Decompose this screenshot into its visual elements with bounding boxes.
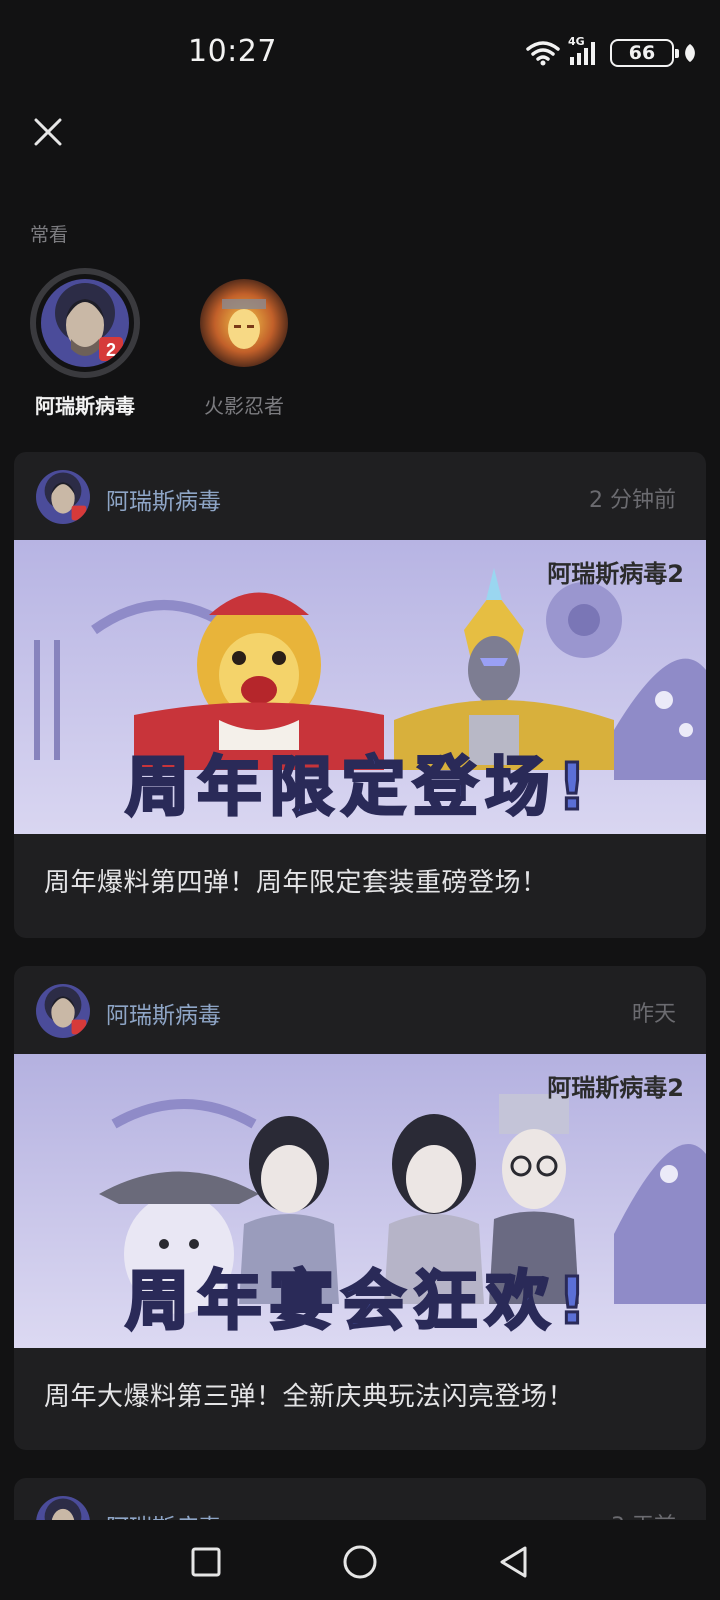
feed-card[interactable]: 阿瑞斯病毒 2 分钟前 阿瑞斯病毒2 周年限定登场! 周年爆料第四弹！周年限定套…: [14, 452, 706, 938]
home-button[interactable]: [336, 1538, 384, 1586]
banner-headline: 周年宴会狂欢!: [124, 1264, 595, 1341]
card-timestamp: 2 分钟前: [589, 488, 676, 513]
square-icon: [191, 1547, 221, 1577]
avatar: 2: [41, 279, 129, 367]
wifi-icon: [526, 41, 560, 66]
avatar[interactable]: [36, 984, 90, 1038]
favorite-name: 火影忍者: [204, 394, 284, 418]
favorite-avatar-ring: [189, 268, 299, 378]
close-icon: [34, 118, 62, 146]
signal-icon: 4G: [568, 35, 602, 67]
banner-headline: 周年限定登场!: [124, 750, 595, 827]
card-banner-image[interactable]: 阿瑞斯病毒2 周年限定登场!: [14, 540, 706, 834]
card-timestamp: 昨天: [631, 1002, 676, 1027]
status-time: 10:27: [188, 34, 277, 69]
svg-text:2: 2: [106, 340, 116, 360]
section-label-frequent: 常看: [30, 224, 69, 246]
card-author[interactable]: 阿瑞斯病毒: [106, 996, 221, 1030]
favorite-item-ares-virus[interactable]: 2 阿瑞斯病毒: [15, 268, 155, 419]
battery-level: 66: [628, 42, 656, 64]
circle-icon: [343, 1545, 377, 1579]
system-navigation-bar: [0, 1520, 720, 1600]
card-banner-image[interactable]: 阿瑞斯病毒2 周年宴会狂欢!: [14, 1054, 706, 1348]
status-icons: 4G 66: [526, 35, 698, 68]
card-title[interactable]: 周年大爆料第三弹！全新庆典玩法闪亮登场！: [44, 1376, 574, 1413]
favorite-item-naruto[interactable]: 火影忍者: [174, 268, 314, 419]
triangle-back-icon: [500, 1546, 527, 1578]
status-bar: 10:27 4G 66: [0, 0, 720, 100]
banner-logo: 阿瑞斯病毒2: [547, 1074, 684, 1102]
feed-card[interactable]: 阿瑞斯病毒 昨天 阿瑞斯病毒2 周年宴会狂欢! 周年大爆料第三弹！全新庆典玩法闪…: [14, 966, 706, 1450]
leaf-icon: [685, 44, 695, 62]
card-header: 阿瑞斯病毒 昨天: [14, 966, 706, 1054]
battery-indicator: 66: [610, 39, 679, 67]
recents-button[interactable]: [182, 1538, 230, 1586]
card-author[interactable]: 阿瑞斯病毒: [106, 482, 221, 516]
avatar[interactable]: [36, 470, 90, 524]
back-button[interactable]: [490, 1538, 538, 1586]
card-header: 阿瑞斯病毒 2 分钟前: [14, 452, 706, 540]
banner-logo: 阿瑞斯病毒2: [547, 560, 684, 588]
favorite-name: 阿瑞斯病毒: [35, 394, 135, 418]
avatar: [200, 279, 288, 367]
card-title[interactable]: 周年爆料第四弹！周年限定套装重磅登场！: [44, 862, 548, 899]
favorite-avatar-ring: 2: [30, 268, 140, 378]
close-button[interactable]: [28, 112, 68, 152]
